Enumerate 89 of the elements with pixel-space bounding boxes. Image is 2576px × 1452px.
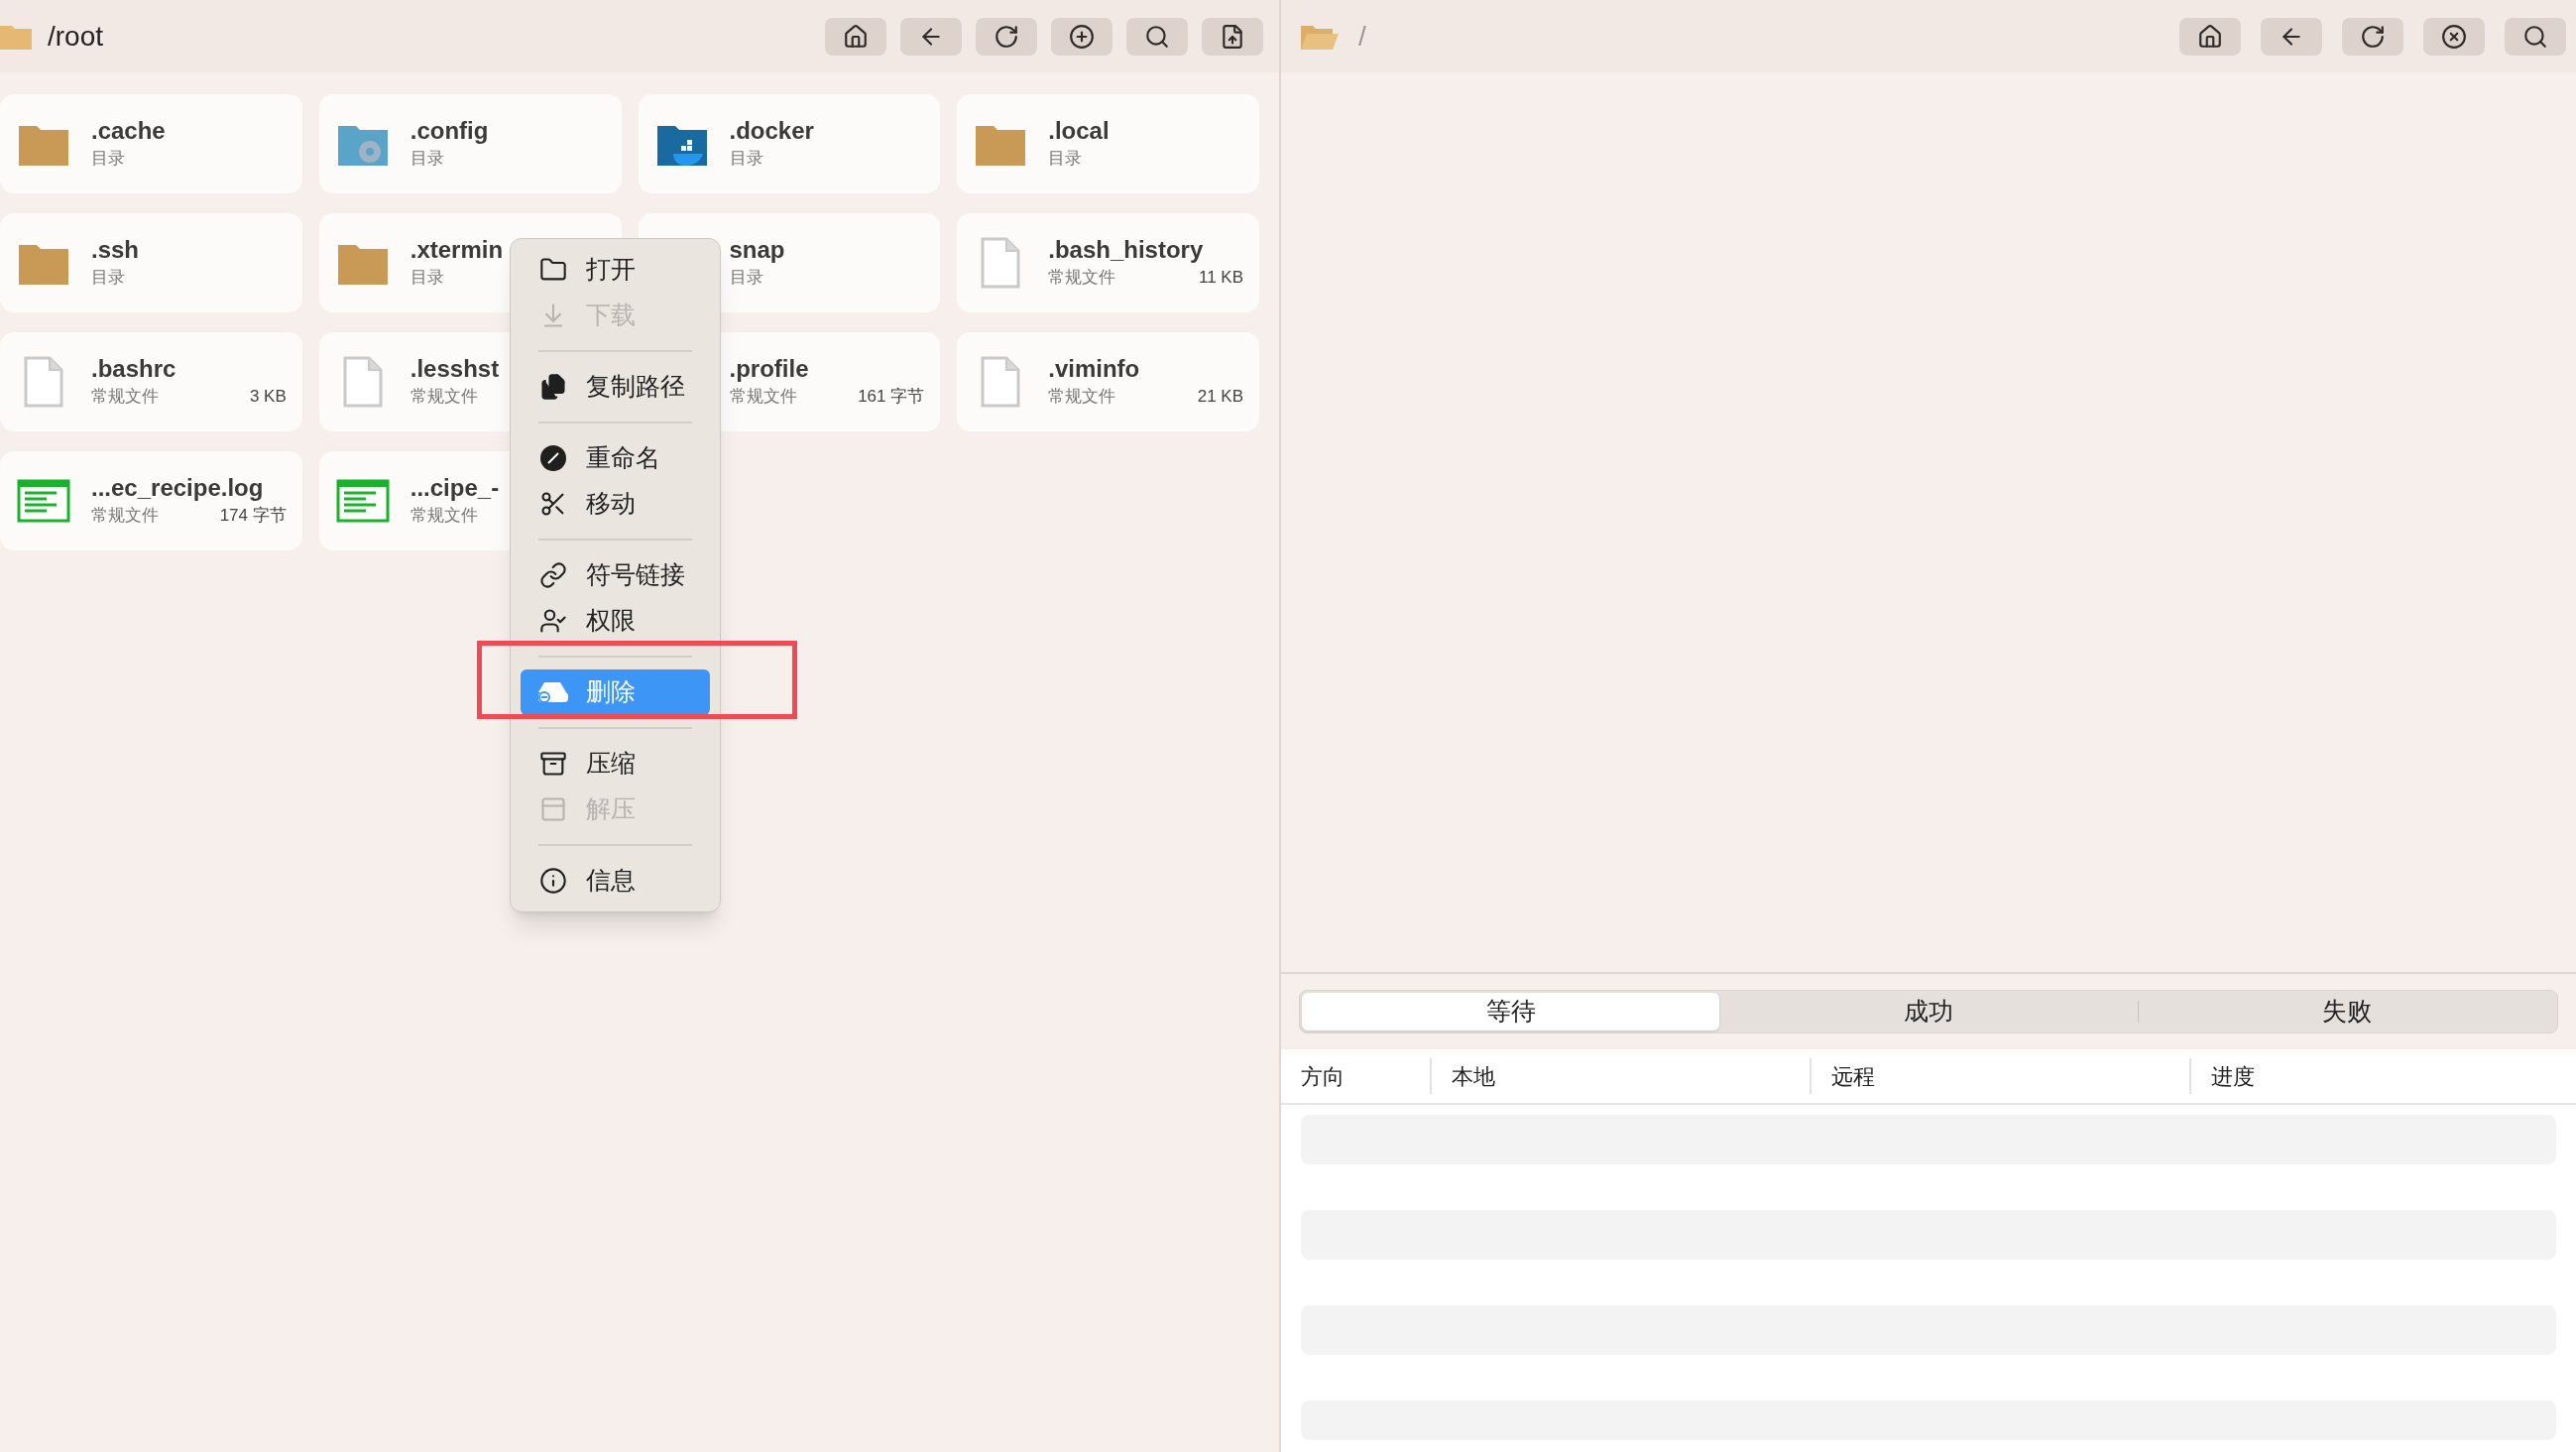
home-icon — [843, 23, 869, 50]
file-type: 目录 — [1048, 148, 1083, 171]
file-size: 161 字节 — [858, 386, 925, 409]
file-card[interactable]: .local 目录 — [957, 94, 1259, 193]
file-card[interactable]: .ssh 目录 — [0, 213, 302, 312]
link-icon — [539, 561, 567, 589]
file-card[interactable]: ...ec_recipe.log 常规文件 174 字节 — [0, 451, 302, 550]
file-card[interactable]: .viminfo 常规文件 21 KB — [957, 332, 1259, 431]
file-size: 174 字节 — [219, 505, 287, 528]
column-header: 远程 — [1831, 1062, 1875, 1091]
file-name: .lesshst — [410, 354, 500, 385]
pencil-icon — [539, 444, 567, 472]
copy-icon — [539, 373, 567, 401]
file-card[interactable]: .bash_history 常规文件 11 KB — [957, 213, 1259, 312]
refresh-button[interactable] — [2342, 17, 2403, 56]
file-icon — [981, 356, 1021, 408]
current-path: /root — [48, 19, 104, 54]
file-type: 常规文件 — [1048, 267, 1116, 290]
file-name: .docker — [729, 116, 814, 147]
tab[interactable]: 等待 — [1302, 993, 1720, 1030]
file-icon — [342, 356, 383, 408]
current-path: / — [1358, 19, 1366, 54]
file-type: 常规文件 — [410, 386, 478, 409]
column-header: 本地 — [1452, 1062, 1495, 1091]
file-icon — [981, 237, 1021, 289]
file-name: .local — [1048, 116, 1110, 147]
file-type: 目录 — [410, 267, 444, 290]
file-type: 目录 — [410, 148, 444, 171]
refresh-icon — [2360, 23, 2386, 50]
tab[interactable]: 成功 — [1719, 993, 2138, 1030]
home-icon — [2197, 23, 2223, 50]
file-type: 目录 — [729, 148, 763, 171]
extract-icon — [539, 795, 567, 823]
file-type: 目录 — [91, 148, 125, 171]
close-icon — [2441, 23, 2467, 50]
file-size: 3 KB — [249, 386, 287, 409]
add-icon — [1069, 23, 1095, 50]
user-check-icon — [539, 607, 567, 635]
refresh-icon — [994, 23, 1019, 50]
archive-icon — [539, 750, 567, 778]
file-type: 常规文件 — [1048, 386, 1116, 409]
file-size: 11 KB — [1198, 267, 1243, 290]
trash-bin-icon — [536, 680, 570, 704]
log-file-icon — [17, 479, 70, 523]
file-size: 21 KB — [1197, 386, 1243, 409]
refresh-button[interactable] — [976, 17, 1037, 56]
file-card[interactable]: .bashrc 常规文件 3 KB — [0, 332, 302, 431]
search-button[interactable] — [1126, 17, 1188, 56]
upload-button[interactable] — [1202, 17, 1263, 56]
add-button[interactable] — [1051, 17, 1112, 56]
menu-item[interactable]: 符号链接 — [521, 552, 710, 598]
file-name: ...ec_recipe.log — [91, 473, 264, 504]
search-icon — [1144, 23, 1170, 50]
file-name: .bashrc — [91, 354, 176, 385]
file-name: .bash_history — [1048, 235, 1204, 266]
file-type: 常规文件 — [91, 386, 159, 409]
file-name: .xtermin — [410, 235, 504, 266]
back-button[interactable] — [2261, 17, 2322, 56]
column-header: 方向 — [1301, 1062, 1345, 1091]
search-button[interactable] — [2505, 17, 2566, 56]
home-button[interactable] — [2179, 17, 2241, 56]
log-file-icon — [335, 479, 390, 523]
file-icon — [24, 356, 63, 408]
file-card[interactable]: .docker 目录 — [638, 94, 941, 193]
menu-item[interactable]: 压缩 — [521, 741, 710, 786]
tab[interactable]: 失败 — [2138, 993, 2555, 1030]
file-name: .profile — [729, 354, 809, 385]
file-type: 常规文件 — [91, 505, 159, 528]
menu-item[interactable]: 信息 — [521, 858, 710, 904]
file-name: ...cipe_- — [410, 473, 500, 504]
file-card[interactable]: .config 目录 — [318, 94, 622, 193]
file-name: .cache — [91, 116, 166, 147]
file-card[interactable]: .cache 目录 — [0, 94, 302, 193]
close-button[interactable] — [2423, 17, 2485, 56]
info-icon — [539, 867, 567, 895]
file-type: 常规文件 — [729, 386, 797, 409]
menu-item[interactable]: 权限 — [521, 598, 710, 644]
upload-icon — [1220, 23, 1245, 50]
search-icon — [2522, 23, 2548, 50]
column-header: 进度 — [2211, 1062, 2255, 1091]
home-button[interactable] — [825, 17, 886, 56]
back-button[interactable] — [900, 17, 962, 56]
file-name: .config — [410, 116, 489, 147]
file-type: 目录 — [91, 267, 125, 290]
file-type: 常规文件 — [410, 505, 478, 528]
file-type: 目录 — [729, 267, 763, 290]
file-name: .viminfo — [1048, 354, 1140, 385]
file-name: snap — [729, 235, 785, 266]
file-name: .ssh — [91, 235, 140, 266]
